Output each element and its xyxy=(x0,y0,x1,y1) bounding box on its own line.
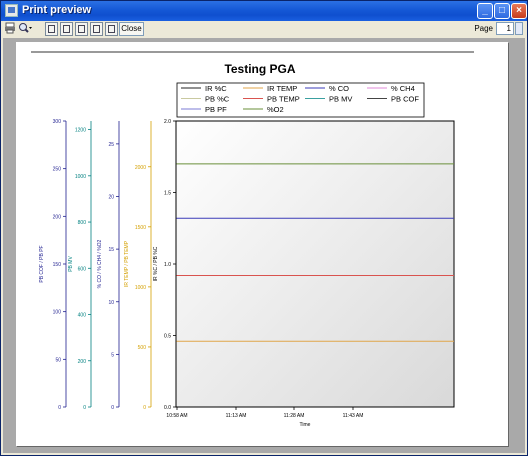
page-sheet: Testing PGA IR %C IR TEMP% CO% CH4 PB %C PB … xyxy=(16,42,508,446)
legend-label: % CO xyxy=(329,84,349,93)
y-tick-label: 1.0 xyxy=(164,262,171,268)
six-pages-icon[interactable] xyxy=(105,22,118,36)
y-tick-label: 1000 xyxy=(75,174,86,180)
maximize-button[interactable]: □ xyxy=(494,3,510,19)
x-axis-label: Time xyxy=(300,422,311,428)
y-tick-label: 100 xyxy=(53,310,62,316)
x-tick-label: 11:43 AM xyxy=(343,413,364,419)
y-tick-label: 400 xyxy=(78,313,87,319)
title-bar[interactable]: Print preview _ □ × xyxy=(1,1,527,21)
page-number-input[interactable]: 1 xyxy=(496,22,514,35)
legend-label: PB COF xyxy=(391,95,419,104)
y-tick-label: 25 xyxy=(108,142,114,148)
y-tick-label: 1.5 xyxy=(164,191,171,197)
legend-label: IR TEMP xyxy=(267,84,297,93)
x-tick-label: 11:28 AM xyxy=(284,413,305,419)
chart: Testing PGAIR %C IR TEMP% CO% CH4PB %C PB … xyxy=(31,51,474,428)
page-label: Page xyxy=(474,24,493,33)
y-tick-label: 1500 xyxy=(135,225,146,231)
legend-label: %O2 xyxy=(267,105,284,114)
y-tick-label: 250 xyxy=(53,167,62,173)
print-icon[interactable] xyxy=(4,22,16,36)
legend-label: PB %C xyxy=(205,95,230,104)
chart-title: Testing PGA xyxy=(224,62,295,76)
two-pages-icon[interactable] xyxy=(60,22,73,36)
one-page-icon[interactable] xyxy=(45,22,58,36)
legend-label: PB MV xyxy=(329,95,352,104)
minimize-button[interactable]: _ xyxy=(477,3,493,19)
y-tick-label: 0 xyxy=(83,405,86,411)
y-tick-label: 0 xyxy=(111,405,114,411)
y-tick-label: 1200 xyxy=(75,128,86,134)
y-tick-label: 500 xyxy=(138,345,147,351)
y-tick-label: 2000 xyxy=(135,165,146,171)
y-tick-label: 0 xyxy=(143,405,146,411)
y-tick-label: 15 xyxy=(108,247,114,253)
three-pages-icon[interactable] xyxy=(75,22,88,36)
zoom-icon[interactable] xyxy=(18,22,32,36)
x-tick-label: 10:58 AM xyxy=(166,413,187,419)
legend-label: % CH4 xyxy=(391,84,415,93)
y-tick-label: 150 xyxy=(53,262,62,268)
y-tick-label: 600 xyxy=(78,266,87,272)
y-tick-label: 300 xyxy=(53,119,62,125)
y-axis-label: IR TEMP / PB TEMP xyxy=(124,240,130,287)
legend-label: PB PF xyxy=(205,105,227,114)
y-tick-label: 800 xyxy=(78,220,87,226)
close-preview-button[interactable]: Close xyxy=(119,22,144,36)
y-axis-label: PB COF / PB PF xyxy=(39,245,45,282)
legend-label: IR %C xyxy=(205,84,227,93)
y-tick-label: 10 xyxy=(108,300,114,306)
y-axis-label: PB MV xyxy=(68,256,74,272)
y-tick-label: 0.0 xyxy=(164,405,171,411)
y-tick-label: 5 xyxy=(111,352,114,358)
toolbar: Close Page 1 xyxy=(1,21,527,37)
y-tick-label: 2.0 xyxy=(164,119,171,125)
four-pages-icon[interactable] xyxy=(90,22,103,36)
y-tick-label: 20 xyxy=(108,195,114,201)
y-tick-label: 200 xyxy=(53,214,62,220)
y-tick-label: 0 xyxy=(58,405,61,411)
window-title: Print preview xyxy=(22,4,92,16)
print-preview-app-icon xyxy=(5,4,18,17)
print-preview-window: Print preview _ □ × Close Page 1 Testing… xyxy=(0,0,528,456)
close-window-button[interactable]: × xyxy=(511,3,527,19)
y-axis-label: % CO / % CH4 / %O2 xyxy=(97,239,103,288)
y-tick-label: 0.5 xyxy=(164,334,171,340)
x-tick-label: 11:13 AM xyxy=(226,413,247,419)
y-tick-label: 1000 xyxy=(135,285,146,291)
y-axis-label: IR %C / PB %C xyxy=(153,246,159,281)
y-tick-label: 50 xyxy=(55,357,61,363)
page-spinner[interactable] xyxy=(515,22,523,35)
legend-label: PB TEMP xyxy=(267,95,300,104)
y-tick-label: 200 xyxy=(78,359,87,365)
preview-area[interactable]: Testing PGA IR %C IR TEMP% CO% CH4 PB %C PB … xyxy=(3,38,525,453)
